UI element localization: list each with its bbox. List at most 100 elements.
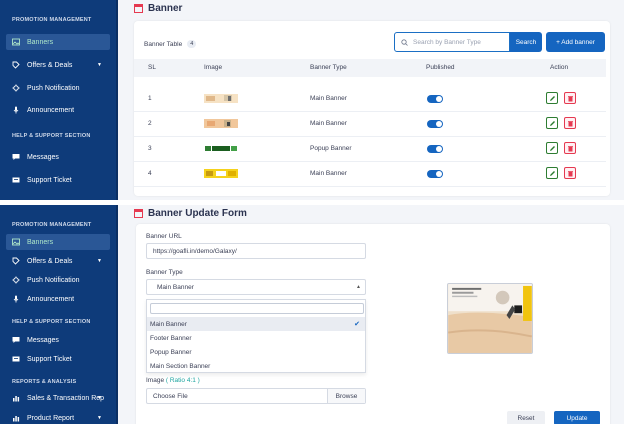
edit-button[interactable] xyxy=(546,92,558,104)
check-icon: ✔ xyxy=(354,321,360,328)
delete-button[interactable] xyxy=(564,117,576,129)
sidebar-item-offers-deals[interactable]: Offers & Deals ▼ xyxy=(6,57,110,73)
microphone-icon xyxy=(12,295,20,303)
sidebar-section-reports: REPORTS & ANALYSIS xyxy=(12,379,77,385)
chart-icon xyxy=(12,414,20,422)
banner-type-select[interactable]: Main Banner ▲ xyxy=(146,279,366,295)
image-file-input[interactable]: Choose File Browse xyxy=(146,388,366,404)
banner-preview-image xyxy=(447,283,533,354)
sidebar-item-sales-transaction[interactable]: Sales & Transaction Rep ▼ xyxy=(6,390,110,406)
published-toggle[interactable] xyxy=(427,95,443,103)
dropdown-option-footer-banner[interactable]: Footer Banner xyxy=(147,331,365,345)
sidebar-item-label: Support Ticket xyxy=(27,176,72,184)
sidebar-item-messages[interactable]: Messages xyxy=(6,332,110,348)
chevron-down-icon: ▼ xyxy=(97,395,102,401)
published-toggle[interactable] xyxy=(427,170,443,178)
row-sl: 2 xyxy=(148,120,152,127)
sidebar-item-push-notification[interactable]: Push Notification xyxy=(6,272,110,288)
edit-button[interactable] xyxy=(546,117,558,129)
sidebar-section-promotion: PROMOTION MANAGEMENT xyxy=(12,222,92,228)
delete-button[interactable] xyxy=(564,92,576,104)
trash-icon xyxy=(567,120,573,126)
sidebar-item-label: Banners xyxy=(27,38,54,46)
sidebar-item-label: Support Ticket xyxy=(27,355,72,363)
sidebar-item-label: Messages xyxy=(27,336,59,344)
banner-thumbnail[interactable] xyxy=(204,119,238,128)
image-icon xyxy=(12,238,20,246)
banner-thumbnail[interactable] xyxy=(204,94,238,103)
search-box[interactable] xyxy=(394,32,510,52)
sidebar-item-label: Offers & Deals xyxy=(27,257,73,265)
sidebar-item-label: Product Report xyxy=(27,414,75,422)
banner-type-dropdown: Main Banner ✔ Footer Banner Popup Banner… xyxy=(146,299,366,373)
tag-icon xyxy=(12,257,20,265)
chevron-down-icon: ▼ xyxy=(97,258,102,264)
update-button[interactable]: Update xyxy=(554,411,600,424)
column-header-published: Published xyxy=(426,64,455,71)
chevron-down-icon: ▼ xyxy=(97,62,102,68)
trash-icon xyxy=(567,145,573,151)
banner-thumbnail[interactable] xyxy=(204,169,238,178)
column-header-image: Image xyxy=(204,64,223,71)
microphone-icon xyxy=(12,106,20,114)
count-badge: 4 xyxy=(187,40,197,48)
banner-icon xyxy=(134,209,143,218)
row-sl: 3 xyxy=(148,145,152,152)
sidebar-item-banners[interactable]: Banners xyxy=(6,234,110,250)
table-header: SL Image Banner Type Published Action xyxy=(134,59,606,77)
banner-thumbnail[interactable] xyxy=(204,144,238,153)
banner-url-label: Banner URL xyxy=(146,233,182,240)
edit-button[interactable] xyxy=(546,167,558,179)
row-banner-type: Main Banner xyxy=(310,120,347,127)
reset-button[interactable]: Reset xyxy=(507,411,545,424)
pencil-icon xyxy=(549,170,555,176)
row-banner-type: Main Banner xyxy=(310,170,347,177)
row-sl: 1 xyxy=(148,95,152,102)
sidebar-item-offers-deals[interactable]: Offers & Deals ▼ xyxy=(6,253,110,269)
banner-list-screen: PROMOTION MANAGEMENT Banners Offers & De… xyxy=(0,0,624,200)
sidebar-item-label: Banners xyxy=(27,238,54,246)
banner-url-input[interactable]: https://goafli.in/demo/Galaxy/ xyxy=(146,243,366,259)
sidebar-scrollbar[interactable] xyxy=(116,0,118,200)
chevron-up-icon: ▲ xyxy=(356,284,361,290)
published-toggle[interactable] xyxy=(427,145,443,153)
sidebar: PROMOTION MANAGEMENT Banners Offers & De… xyxy=(0,205,118,424)
dropdown-option-main-banner[interactable]: Main Banner ✔ xyxy=(147,317,365,331)
delete-button[interactable] xyxy=(564,167,576,179)
sidebar-item-announcement[interactable]: Announcement xyxy=(6,291,110,307)
browse-button[interactable]: Browse xyxy=(327,389,365,403)
banner-type-label: Banner Type xyxy=(146,269,183,276)
sidebar-scrollbar[interactable] xyxy=(116,205,118,424)
chat-icon xyxy=(12,153,20,161)
sidebar-item-messages[interactable]: Messages xyxy=(6,149,110,165)
banner-update-screen: PROMOTION MANAGEMENT Banners Offers & De… xyxy=(0,205,624,424)
search-button[interactable]: Search xyxy=(510,32,542,52)
dropdown-search-input[interactable] xyxy=(150,303,364,314)
row-banner-type: Main Banner xyxy=(310,95,347,102)
column-header-action: Action xyxy=(550,64,569,71)
search-icon xyxy=(401,38,408,46)
pencil-icon xyxy=(549,95,555,101)
sidebar-item-announcement[interactable]: Announcement xyxy=(6,102,110,118)
table-row: 1 Main Banner xyxy=(134,87,606,112)
sidebar-item-label: Offers & Deals xyxy=(27,61,73,69)
table-row: 4 Main Banner xyxy=(134,162,606,187)
tag-icon xyxy=(12,61,20,69)
table-row: 2 Main Banner xyxy=(134,112,606,137)
row-sl: 4 xyxy=(148,170,152,177)
published-toggle[interactable] xyxy=(427,120,443,128)
sidebar-item-product-report[interactable]: Product Report ▼ xyxy=(6,410,110,424)
sidebar-item-support-ticket[interactable]: Support Ticket xyxy=(6,351,110,367)
sidebar-item-support-ticket[interactable]: Support Ticket xyxy=(6,172,110,188)
dropdown-option-popup-banner[interactable]: Popup Banner xyxy=(147,345,365,359)
add-banner-button[interactable]: + Add banner xyxy=(546,32,605,52)
search-input[interactable] xyxy=(413,38,508,46)
image-label: Image ( Ratio 4:1 ) xyxy=(146,377,200,384)
dropdown-option-main-section-banner[interactable]: Main Section Banner xyxy=(147,359,365,373)
trash-icon xyxy=(567,170,573,176)
sidebar-item-banners[interactable]: Banners xyxy=(6,34,110,50)
sidebar-item-push-notification[interactable]: Push Notification xyxy=(6,80,110,96)
edit-button[interactable] xyxy=(546,142,558,154)
chart-icon xyxy=(12,394,20,402)
delete-button[interactable] xyxy=(564,142,576,154)
